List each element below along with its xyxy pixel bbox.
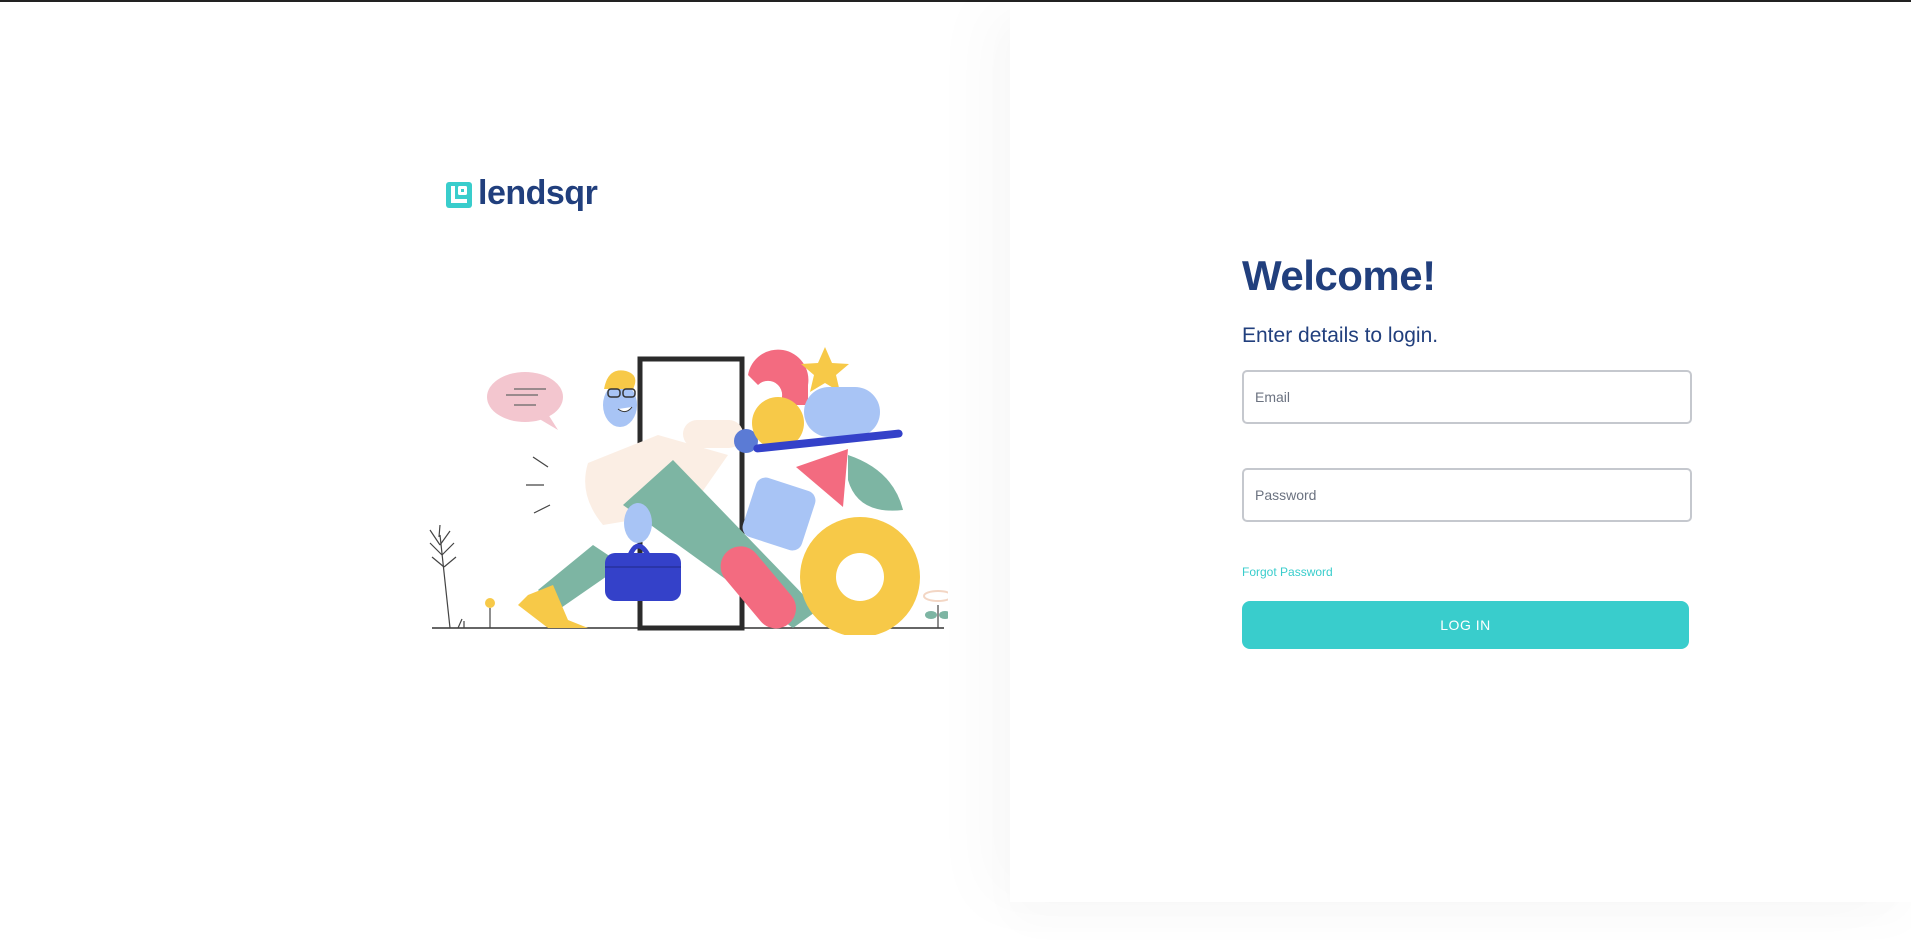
login-illustration — [429, 347, 948, 635]
plant-icon — [429, 524, 465, 629]
login-button[interactable]: LOG IN — [1242, 601, 1689, 649]
email-field[interactable] — [1242, 370, 1692, 424]
password-field[interactable] — [1242, 468, 1692, 522]
forgot-password-link[interactable]: Forgot Password — [1242, 565, 1333, 579]
speech-bubble-icon — [487, 372, 563, 430]
star-icon — [801, 347, 849, 392]
brand-name: lendsqr — [478, 174, 598, 212]
welcome-heading: Welcome! — [1242, 252, 1436, 299]
login-panel — [1010, 2, 1911, 902]
briefcase-icon — [605, 543, 681, 601]
login-subheading: Enter details to login. — [1242, 324, 1439, 347]
lendsqr-logo-icon — [446, 182, 472, 208]
brand-logo: lendsqr — [446, 174, 598, 212]
